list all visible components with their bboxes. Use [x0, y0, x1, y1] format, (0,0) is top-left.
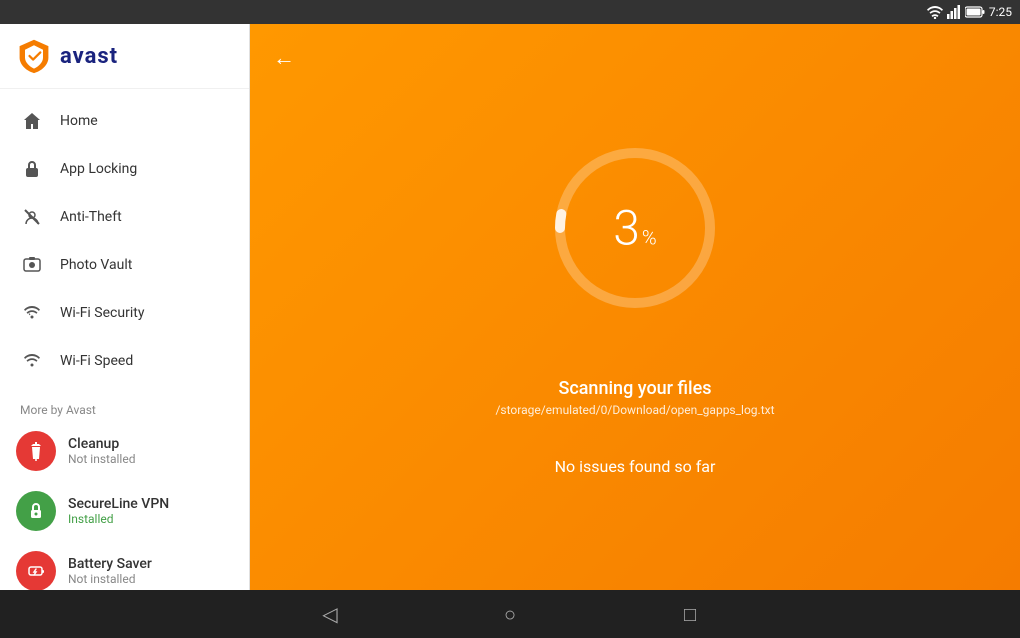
- cleanup-text: Cleanup Not installed: [68, 436, 135, 466]
- sidebar-item-wifi-security[interactable]: Wi-Fi Security: [0, 289, 249, 337]
- sidebar-item-secureline[interactable]: SecureLine VPN Installed: [0, 481, 249, 541]
- progress-circle: 3%: [545, 138, 725, 318]
- bottom-home-button[interactable]: ○: [490, 594, 530, 634]
- sidebar-item-anti-theft[interactable]: Anti-Theft: [0, 193, 249, 241]
- secureline-icon-bg: [16, 491, 56, 531]
- sidebar-item-wifi-speed[interactable]: Wi-Fi Speed: [0, 337, 249, 385]
- home-icon: [20, 109, 44, 133]
- sidebar-item-app-locking[interactable]: App Locking: [0, 145, 249, 193]
- bottom-nav: ◁ ○ □: [0, 590, 1020, 638]
- battery-saver-title: Battery Saver: [68, 556, 152, 572]
- wifi-speed-icon: [20, 349, 44, 373]
- battery-saver-status: Not installed: [68, 572, 152, 586]
- photo-vault-icon: [20, 253, 44, 277]
- scan-title: Scanning your files: [558, 378, 711, 399]
- lock-icon: [20, 157, 44, 181]
- avast-logo: avast: [16, 38, 118, 74]
- avast-logo-text: avast: [60, 44, 118, 69]
- wifi-security-icon: [20, 301, 44, 325]
- secureline-text: SecureLine VPN Installed: [68, 496, 169, 526]
- battery-icon: [965, 6, 985, 18]
- bottom-recent-button[interactable]: □: [670, 594, 710, 634]
- wifi-speed-label: Wi-Fi Speed: [60, 353, 133, 369]
- sidebar: avast Home: [0, 24, 250, 590]
- scan-info: Scanning your files /storage/emulated/0/…: [495, 378, 774, 417]
- secureline-icon: [25, 500, 47, 522]
- cleanup-title: Cleanup: [68, 436, 135, 452]
- avast-logo-icon: [16, 38, 52, 74]
- sidebar-item-photo-vault[interactable]: Photo Vault: [0, 241, 249, 289]
- battery-saver-icon: [25, 560, 47, 582]
- percent-sign: %: [642, 226, 657, 250]
- back-button[interactable]: ←: [266, 40, 302, 76]
- wifi-security-label: Wi-Fi Security: [60, 305, 144, 321]
- sidebar-nav: Home App Locking: [0, 89, 249, 393]
- status-icons: 7:25: [927, 5, 1012, 19]
- secureline-title: SecureLine VPN: [68, 496, 169, 512]
- signal-icon: [947, 5, 961, 19]
- cleanup-icon: [25, 440, 47, 462]
- bottom-back-button[interactable]: ◁: [310, 594, 350, 634]
- sidebar-item-home[interactable]: Home: [0, 97, 249, 145]
- photo-vault-label: Photo Vault: [60, 257, 132, 273]
- progress-container: 3%: [545, 138, 725, 318]
- battery-saver-text: Battery Saver Not installed: [68, 556, 152, 586]
- battery-saver-icon-bg: [16, 551, 56, 590]
- time-display: 7:25: [989, 5, 1012, 19]
- status-bar: 7:25: [0, 0, 1020, 24]
- wifi-icon: [927, 5, 943, 19]
- more-section-label: More by Avast: [0, 393, 249, 421]
- scan-file: /storage/emulated/0/Download/open_gapps_…: [495, 403, 774, 417]
- sidebar-header: avast: [0, 24, 249, 89]
- main-content: ← 3% Scanning your files /storage/emulat…: [250, 24, 1020, 590]
- app-locking-label: App Locking: [60, 161, 137, 177]
- sidebar-item-cleanup[interactable]: Cleanup Not installed: [0, 421, 249, 481]
- secureline-status: Installed: [68, 512, 169, 526]
- scan-result: No issues found so far: [555, 457, 716, 476]
- anti-theft-label: Anti-Theft: [60, 209, 122, 225]
- home-label: Home: [60, 113, 98, 129]
- cleanup-status: Not installed: [68, 452, 135, 466]
- anti-theft-icon: [20, 205, 44, 229]
- progress-number: 3: [613, 200, 640, 257]
- main-area: avast Home: [0, 24, 1020, 590]
- cleanup-icon-bg: [16, 431, 56, 471]
- sidebar-item-battery-saver[interactable]: Battery Saver Not installed: [0, 541, 249, 590]
- progress-text: 3%: [613, 200, 656, 257]
